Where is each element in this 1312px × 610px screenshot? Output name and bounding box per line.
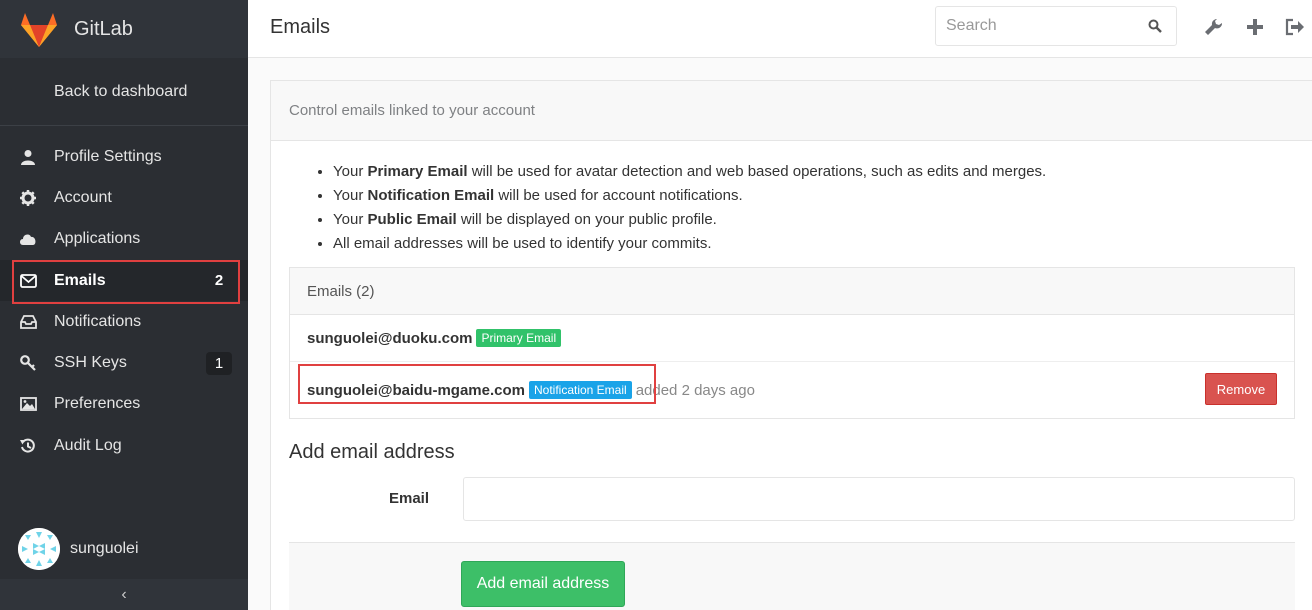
add-email-button[interactable]: Add email address: [461, 561, 625, 607]
collapse-sidebar-button[interactable]: ‹: [0, 579, 248, 610]
sidebar-nav: Profile Settings Account Applications Em…: [0, 136, 248, 466]
remove-email-button[interactable]: Remove: [1205, 373, 1277, 405]
highlight-box: [298, 364, 656, 404]
sidebar-item-audit-log[interactable]: Audit Log: [0, 425, 248, 466]
sidebar-item-notifications[interactable]: Notifications: [0, 301, 248, 342]
gear-icon: [18, 188, 38, 208]
form-actions: Add email address: [289, 542, 1295, 610]
chevron-left-icon: ‹: [121, 585, 127, 603]
ssh-keys-count: 1: [206, 351, 232, 375]
panel-heading: Control emails linked to your account: [271, 81, 1312, 141]
gitlab-logo-icon[interactable]: [18, 8, 60, 50]
back-to-dashboard-link[interactable]: Back to dashboard: [0, 58, 248, 126]
username: sunguolei: [70, 540, 139, 557]
sidebar-item-ssh-keys[interactable]: SSH Keys 1: [0, 342, 248, 383]
cloud-icon: [18, 229, 38, 249]
emails-list-box: Emails (2) sunguolei@duoku.com Primary E…: [289, 267, 1295, 419]
sidebar-item-label: Account: [54, 188, 112, 206]
sidebar-item-label: Preferences: [54, 395, 141, 413]
email-field-label: Email: [389, 490, 430, 507]
sidebar-item-label: Notifications: [54, 312, 142, 330]
avatar: [18, 528, 60, 570]
primary-email-badge: Primary Email: [476, 329, 562, 347]
list-item: Your Public Email will be displayed on y…: [333, 210, 1046, 234]
emails-panel: Control emails linked to your account Yo…: [270, 80, 1312, 610]
list-item: Your Notification Email will be used for…: [333, 186, 1046, 210]
email-address: sunguolei@duoku.com: [307, 329, 473, 347]
sidebar-item-applications[interactable]: Applications: [0, 219, 248, 260]
search-input[interactable]: [946, 8, 1146, 44]
sidebar-item-label: Profile Settings: [54, 147, 162, 165]
sidebar-item-profile-settings[interactable]: Profile Settings: [0, 136, 248, 177]
sidebar-item-label: SSH Keys: [54, 354, 127, 372]
sidebar-item-account[interactable]: Account: [0, 177, 248, 218]
sidebar-item-emails[interactable]: Emails 2: [0, 259, 248, 305]
sidebar: GitLab Back to dashboard Profile Setting…: [0, 0, 248, 610]
add-email-title: Add email address: [289, 441, 455, 463]
sidebar-item-label: Applications: [54, 230, 141, 248]
email-row: sunguolei@baidu-mgame.com Notification E…: [290, 362, 1294, 418]
top-header: Emails: [248, 0, 1312, 58]
search-icon[interactable]: [1148, 19, 1162, 33]
user-icon: [18, 147, 38, 167]
sidebar-item-label: Audit Log: [54, 436, 122, 454]
list-item: All email addresses will be used to iden…: [333, 234, 1046, 258]
image-icon: [18, 394, 38, 414]
email-row: sunguolei@duoku.com Primary Email: [290, 315, 1294, 362]
email-field-wrapper[interactable]: [463, 477, 1295, 521]
brand[interactable]: GitLab: [0, 0, 248, 58]
search-box[interactable]: [935, 6, 1177, 46]
sign-out-icon[interactable]: [1284, 16, 1306, 38]
plus-icon[interactable]: [1244, 16, 1266, 38]
user-profile-link[interactable]: sunguolei: [18, 528, 139, 570]
list-item: Your Primary Email will be used for avat…: [333, 162, 1046, 186]
page-title: Emails: [270, 16, 331, 38]
sidebar-item-label: Emails: [54, 271, 106, 289]
email-info-list: Your Primary Email will be used for avat…: [333, 162, 1046, 258]
sidebar-item-preferences[interactable]: Preferences: [0, 384, 248, 425]
key-icon: [18, 353, 38, 373]
wrench-icon[interactable]: [1203, 16, 1225, 38]
emails-count: 2: [214, 272, 224, 290]
brand-name: GitLab: [74, 17, 133, 40]
emails-list-heading: Emails (2): [290, 268, 1294, 315]
email-field[interactable]: [464, 478, 1294, 520]
envelope-icon: [18, 271, 38, 291]
inbox-icon: [18, 312, 38, 332]
history-icon: [18, 436, 38, 456]
